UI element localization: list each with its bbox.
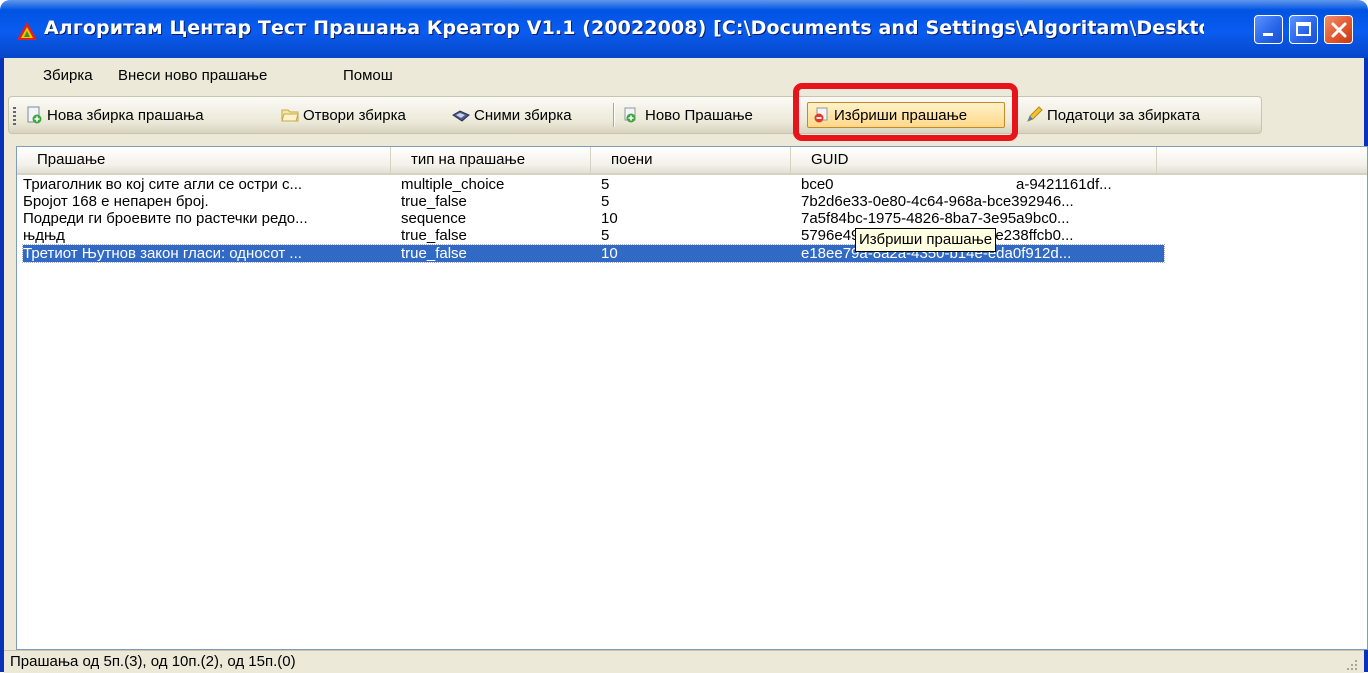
column-type[interactable]: тип на прашање <box>391 147 591 173</box>
cell-points: 5 <box>601 227 610 244</box>
table-row[interactable]: Триаголник во кој сите агли се остри с..… <box>23 176 1164 193</box>
title-bar[interactable]: Алгоритам Центар Тест Прашања Креатор V1… <box>0 0 1368 58</box>
toolbar-separator <box>613 103 615 127</box>
cell-type: true_false <box>401 245 467 262</box>
cell-question: Триаголник во кој сите агли се остри с..… <box>23 176 303 193</box>
close-icon <box>1331 22 1347 38</box>
cell-points: 5 <box>601 193 610 210</box>
add-question-icon <box>624 107 636 123</box>
app-logo-icon <box>17 22 37 40</box>
save-collection-button[interactable]: Сними збирка <box>452 102 572 128</box>
title-bar-shine <box>0 0 1368 10</box>
toolbar-grip[interactable] <box>13 107 16 125</box>
cell-points: 10 <box>601 210 618 227</box>
cell-type: sequence <box>401 210 467 227</box>
client-area: Збирка Внеси ново прашање Помош Нова зби… <box>4 58 1368 673</box>
status-bar: Прашања од 5п.(3), од 10п.(2), од 15п.(0… <box>4 650 1364 673</box>
menu-collection[interactable]: Збирка <box>43 67 93 84</box>
save-disk-icon <box>452 110 470 122</box>
maximize-icon <box>1296 22 1311 36</box>
cell-guid: 7a5f84bc-1975-4826-8ba7-3e95a9bc0... <box>801 210 1070 227</box>
list-header: Прашање тип на прашање поени GUID <box>17 147 1367 175</box>
status-text: Прашања од 5п.(3), од 10п.(2), од 15п.(0… <box>10 653 296 670</box>
annotation-highlight-box <box>793 83 1018 141</box>
resize-grip-icon[interactable] <box>1344 657 1358 671</box>
cell-points: 10 <box>601 245 618 262</box>
open-folder-icon <box>281 109 299 122</box>
cell-points: 5 <box>601 176 610 193</box>
column-question[interactable]: Прашање <box>17 147 391 173</box>
cell-guid-visible-tail: a-9421161df... <box>1016 176 1112 193</box>
minimize-button[interactable] <box>1254 15 1283 44</box>
new-question-label: Ново Прашање <box>645 106 753 124</box>
save-collection-label: Сними збирка <box>474 106 572 124</box>
close-button[interactable] <box>1324 15 1353 44</box>
column-points[interactable]: поени <box>591 147 791 173</box>
new-collection-label: Нова збирка прашања <box>47 106 204 124</box>
cell-guid: bce0 <box>801 176 834 193</box>
minimize-icon <box>1263 33 1273 36</box>
column-guid[interactable]: GUID <box>791 147 1157 173</box>
cell-type: true_false <box>401 193 467 210</box>
cell-question: Подреди ги броевите по растечки редо... <box>23 210 308 227</box>
open-collection-button[interactable]: Отвори збирка <box>281 102 406 128</box>
cell-question: њдњд <box>23 227 65 244</box>
edit-pencil-icon <box>1027 106 1043 122</box>
cell-type: true_false <box>401 227 467 244</box>
cell-type: multiple_choice <box>401 176 505 193</box>
menu-add-question[interactable]: Внеси ново прашање <box>118 67 267 84</box>
cell-question: Бројот 168 е непарен број. <box>23 193 209 210</box>
table-row[interactable]: Бројот 168 е непарен број. true_false 5 … <box>23 193 1164 210</box>
cell-guid: 7b2d6e33-0e80-4c64-968a-bce392946... <box>801 193 1074 210</box>
table-row[interactable]: Подреди ги броевите по растечки редо... … <box>23 210 1164 227</box>
tooltip: Избриши прашање <box>855 228 997 252</box>
open-collection-label: Отвори збирка <box>303 106 406 124</box>
menu-bar: Збирка Внеси ново прашање Помош <box>4 58 1364 94</box>
new-collection-button[interactable]: Нова збирка прашања <box>25 102 204 128</box>
collection-info-label: Податоци за збирката <box>1047 106 1201 124</box>
cell-question: Третиот Њутнов закон гласи: односот ... <box>23 245 302 262</box>
new-document-icon <box>27 106 42 124</box>
window-title: Алгоритам Центар Тест Прашања Креатор V1… <box>44 17 1204 39</box>
maximize-button[interactable] <box>1289 15 1318 44</box>
toolbar: Нова збирка прашања Отвори збирка Сними … <box>8 96 1262 134</box>
collection-info-button[interactable]: Податоци за збирката <box>1025 102 1200 128</box>
questions-list[interactable]: Прашање тип на прашање поени GUID Триаго… <box>16 146 1368 650</box>
menu-help[interactable]: Помош <box>343 67 393 84</box>
new-question-button[interactable]: Ново Прашање <box>623 102 753 128</box>
